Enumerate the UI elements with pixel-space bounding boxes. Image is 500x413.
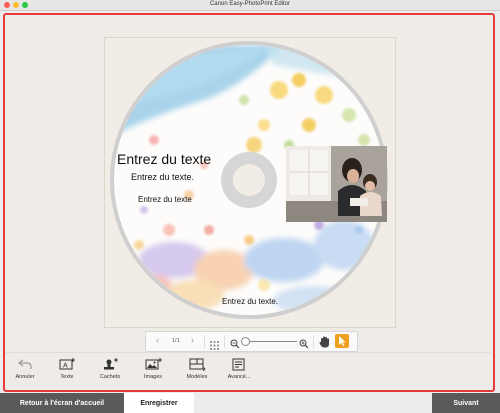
hand-icon — [319, 336, 329, 348]
stamps-label: Cachets — [99, 374, 121, 380]
advanced-button[interactable]: Avancé... — [219, 357, 259, 380]
templates-label: Modèles — [186, 374, 208, 380]
next-button[interactable]: Suivant — [432, 393, 500, 413]
select-tool-button[interactable] — [335, 334, 349, 348]
previous-page-button[interactable]: ‹ — [156, 335, 159, 345]
undo-button[interactable]: Annuler — [5, 357, 45, 380]
stamp-icon — [104, 357, 118, 369]
page-indicator: 1/1 — [172, 338, 180, 344]
templates-button[interactable]: Modèles — [177, 357, 217, 380]
undo-label: Annuler — [15, 374, 35, 380]
edit-tools-bar: Annuler A Texte Cachets Images Modèles A… — [5, 352, 491, 389]
images-label: Images — [143, 374, 163, 380]
image-icon — [145, 357, 162, 369]
template-icon — [189, 358, 206, 371]
disc-text-box-2[interactable]: Entrez du texte. — [131, 172, 194, 182]
next-page-button[interactable]: › — [191, 335, 194, 345]
text-tool-button[interactable]: A Texte — [47, 357, 87, 380]
window-title: Canon Easy-PhotoPrint Editor — [209, 1, 291, 7]
undo-icon — [18, 359, 32, 369]
divider — [313, 335, 314, 348]
view-toolbar: ‹ 1/1 › — [145, 331, 358, 352]
family-photo-image — [286, 146, 387, 222]
divider — [224, 335, 225, 348]
disc-text-box-3[interactable]: Entrez du texte — [138, 195, 192, 204]
zoom-slider-track[interactable] — [243, 341, 297, 342]
back-to-home-button[interactable]: Retour à l'écran d'accueil — [0, 393, 124, 413]
advanced-label: Avancé... — [227, 374, 251, 380]
svg-text:A: A — [63, 362, 68, 369]
text-tool-label: Texte — [60, 374, 74, 380]
footer-bar: Retour à l'écran d'accueil Enregistrer S… — [0, 393, 500, 413]
stamps-button[interactable]: Cachets — [90, 357, 130, 380]
text-box-icon: A — [59, 357, 75, 369]
divider — [204, 335, 205, 348]
zoom-out-icon — [230, 339, 240, 349]
disc-text-box-1[interactable]: Entrez du texte — [117, 151, 211, 167]
grid-icon — [210, 341, 219, 350]
photo-frame[interactable] — [286, 146, 387, 222]
pointer-arrow-icon — [339, 336, 346, 346]
hand-tool-button[interactable] — [319, 335, 330, 353]
settings-list-icon — [232, 358, 245, 370]
images-button[interactable]: Images — [133, 357, 173, 380]
title-bar: Canon Easy-PhotoPrint Editor — [0, 0, 500, 11]
save-button[interactable]: Enregistrer — [124, 393, 194, 413]
disc-text-box-4[interactable]: Entrez du texte. — [222, 297, 278, 306]
zoom-slider-thumb[interactable] — [241, 337, 250, 346]
zoom-in-icon — [299, 339, 309, 349]
disc-center-hole — [233, 164, 265, 196]
